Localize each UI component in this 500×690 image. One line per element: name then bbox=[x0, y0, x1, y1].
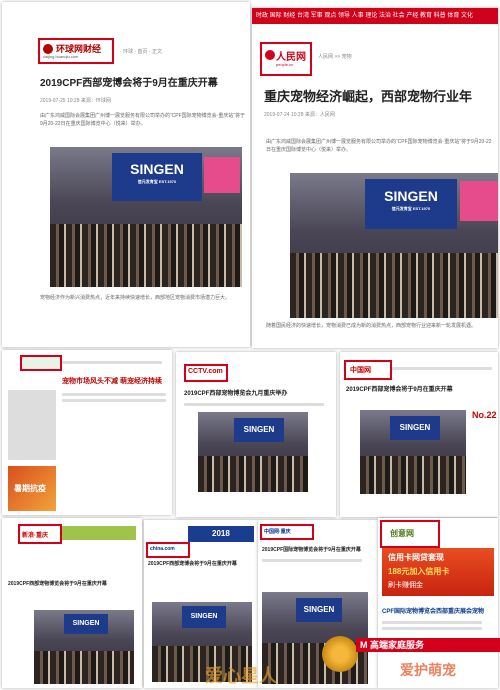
booth-sign: SINGEN bbox=[296, 598, 342, 622]
ad-line: 188元加入信用卡 bbox=[388, 567, 450, 576]
people-logo[interactable]: 人民网 people.cn bbox=[260, 42, 312, 76]
booth-sign: SINGEN bbox=[64, 614, 108, 634]
globe-icon bbox=[43, 44, 53, 54]
promo-badge: 2018 bbox=[212, 529, 230, 538]
booth-sign: SINGEN 信元发育宝 EST.1970 bbox=[365, 179, 457, 229]
expo-photo: SINGEN bbox=[360, 410, 466, 494]
cctv-logo-text: CCTV.com bbox=[188, 368, 223, 375]
article-title: 2019CPF西部宠物博览会九月重庆举办 bbox=[184, 391, 288, 397]
people-icon bbox=[265, 50, 275, 60]
promo-banner[interactable]: 暑期抗疫 bbox=[8, 466, 56, 511]
article-paragraph-2: 宠物经济作为新兴消费热点，近年来持续快速增长，西部地区宠物消费市场潜力巨大。 bbox=[40, 295, 231, 301]
booth-sign: SINGEN bbox=[390, 416, 440, 440]
china-logo-text: 中国网 bbox=[350, 367, 371, 374]
article-meta: 2019-07-25 10:28 来源：环球网 bbox=[40, 98, 111, 104]
sohu-logo[interactable]: 中国网·重庆 bbox=[260, 524, 314, 540]
article-meta: 2019-07-24 10:28 来源：人民网 bbox=[264, 112, 335, 118]
article-paragraph: 由广东鸿威国际会展集团广州博一展览服务有限公司举办的“CPF国际宠物博览会·重庆… bbox=[40, 113, 245, 127]
expo-photo: SINGEN bbox=[198, 412, 308, 492]
breadcrumb[interactable]: · 环球 · 首页 · 正文 bbox=[120, 48, 162, 55]
weibo-logo-text: 创意网 bbox=[390, 529, 414, 538]
xinhua-article-card: 宠物市场风头不减 萌宠经济持续 暑期抗疫 bbox=[2, 350, 172, 515]
huanqiu-article-card: 环球网财经 caijing.huanqiu.com · 环球 · 首页 · 正文… bbox=[2, 2, 250, 347]
expo-photo: SINGEN 信元发育宝 EST.1970 bbox=[290, 173, 498, 318]
promo-banner[interactable]: 2018 bbox=[188, 526, 254, 542]
sina-article-card: 新浪·重庆 2019CPF西部宠物博览会将于9月在重庆开幕 SINGEN bbox=[2, 518, 142, 688]
booth-sign: SINGEN bbox=[182, 606, 226, 628]
ad-title: 信用卡网贷套现 bbox=[388, 553, 444, 562]
booth-sign: SINGEN bbox=[234, 418, 284, 442]
article-title: CPF国际宠物博览会西部重庆展会宠物 bbox=[382, 609, 485, 615]
china-logo[interactable]: 中国网 bbox=[344, 360, 392, 380]
expo-photo: SINGEN bbox=[262, 592, 368, 684]
site-nav[interactable]: 时政 国际 财经 台湾 军事 观点 领导 人事 理论 法治 社会 产经 教育 科… bbox=[252, 8, 498, 24]
article-title: 2019CPF西部宠博会将于9月在重庆开幕 bbox=[346, 387, 453, 393]
cctv-logo[interactable]: CCTV.com bbox=[184, 364, 228, 382]
booth-sign: SINGEN 信元发育宝 EST.1970 bbox=[112, 153, 202, 201]
article-title: 2019CPF西部宠博会将于9月在重庆开幕 bbox=[40, 78, 218, 89]
sina-logo-text: 新浪·重庆 bbox=[22, 533, 48, 539]
article-title: 2019CPF西部宠物博览会将于9月在重庆开幕 bbox=[8, 581, 107, 587]
cctv-article-card: CCTV.com 2019CPF西部宠物博览会九月重庆举办 SINGEN bbox=[176, 352, 336, 517]
side-number: No.22 bbox=[472, 410, 497, 420]
people-logo-sub: people.cn bbox=[276, 62, 294, 67]
promo-text: 暑期抗疫 bbox=[14, 484, 46, 493]
chinacom-logo[interactable]: china.com bbox=[146, 542, 190, 558]
sohu-logo-text: 中国网·重庆 bbox=[264, 529, 291, 535]
people-logo-text: 人民网 bbox=[276, 52, 306, 63]
ad-line-2: 刷卡赚佣金 bbox=[388, 582, 423, 589]
watermark-left: 爱心星人 bbox=[205, 666, 277, 686]
sina-logo[interactable]: 新浪·重庆 bbox=[18, 524, 62, 544]
expo-photo: SINGEN bbox=[34, 610, 134, 684]
weibo-logo[interactable]: 创意网 bbox=[380, 520, 440, 548]
article-title: 2019CPF西部宠博会将于9月在重庆开幕 bbox=[148, 561, 237, 567]
ad-banner[interactable]: 信用卡网贷套现 188元加入信用卡 刷卡赚佣金 bbox=[382, 548, 494, 596]
xinhua-logo[interactable] bbox=[20, 355, 62, 371]
article-paragraph-2: 随着国民经济的快速增长，宠物消费已成为新的消费热点，西部宠物行业迎来新一轮发展机… bbox=[266, 323, 477, 329]
article-title: 重庆宠物经济崛起，西部宠物行业年 bbox=[264, 89, 473, 104]
huanqiu-logo[interactable]: 环球网财经 caijing.huanqiu.com bbox=[38, 38, 114, 64]
expo-photo: SINGEN 信元发育宝 EST.1970 bbox=[50, 147, 242, 287]
huanqiu-logo-sub: caijing.huanqiu.com bbox=[43, 54, 79, 59]
china-article-card: 中国网 2019CPF西部宠博会将于9月在重庆开幕 SINGEN No.22 bbox=[340, 352, 498, 517]
ribbon-logo bbox=[322, 636, 358, 672]
article-title: 宠物市场风头不减 萌宠经济持续 bbox=[62, 378, 162, 385]
people-article-card: 时政 国际 财经 台湾 军事 观点 领导 人事 理论 法治 社会 产经 教育 科… bbox=[252, 8, 498, 348]
watermark-right: 爱护萌宠 bbox=[400, 662, 456, 678]
article-title: 2019CPF国际宠物博览会将于9月在重庆开幕 bbox=[262, 547, 361, 553]
article-paragraph: 由广东鸿威国际会展集团广州博一展览服务有限公司举办的“CPF国际宠物博览会·重庆… bbox=[266, 139, 492, 153]
chinacom-logo-text: china.com bbox=[150, 546, 175, 552]
breadcrumb[interactable]: 人民网 >> 宠物 bbox=[318, 53, 352, 60]
ribbon-banner: M 高端家庭服务 bbox=[356, 638, 500, 652]
